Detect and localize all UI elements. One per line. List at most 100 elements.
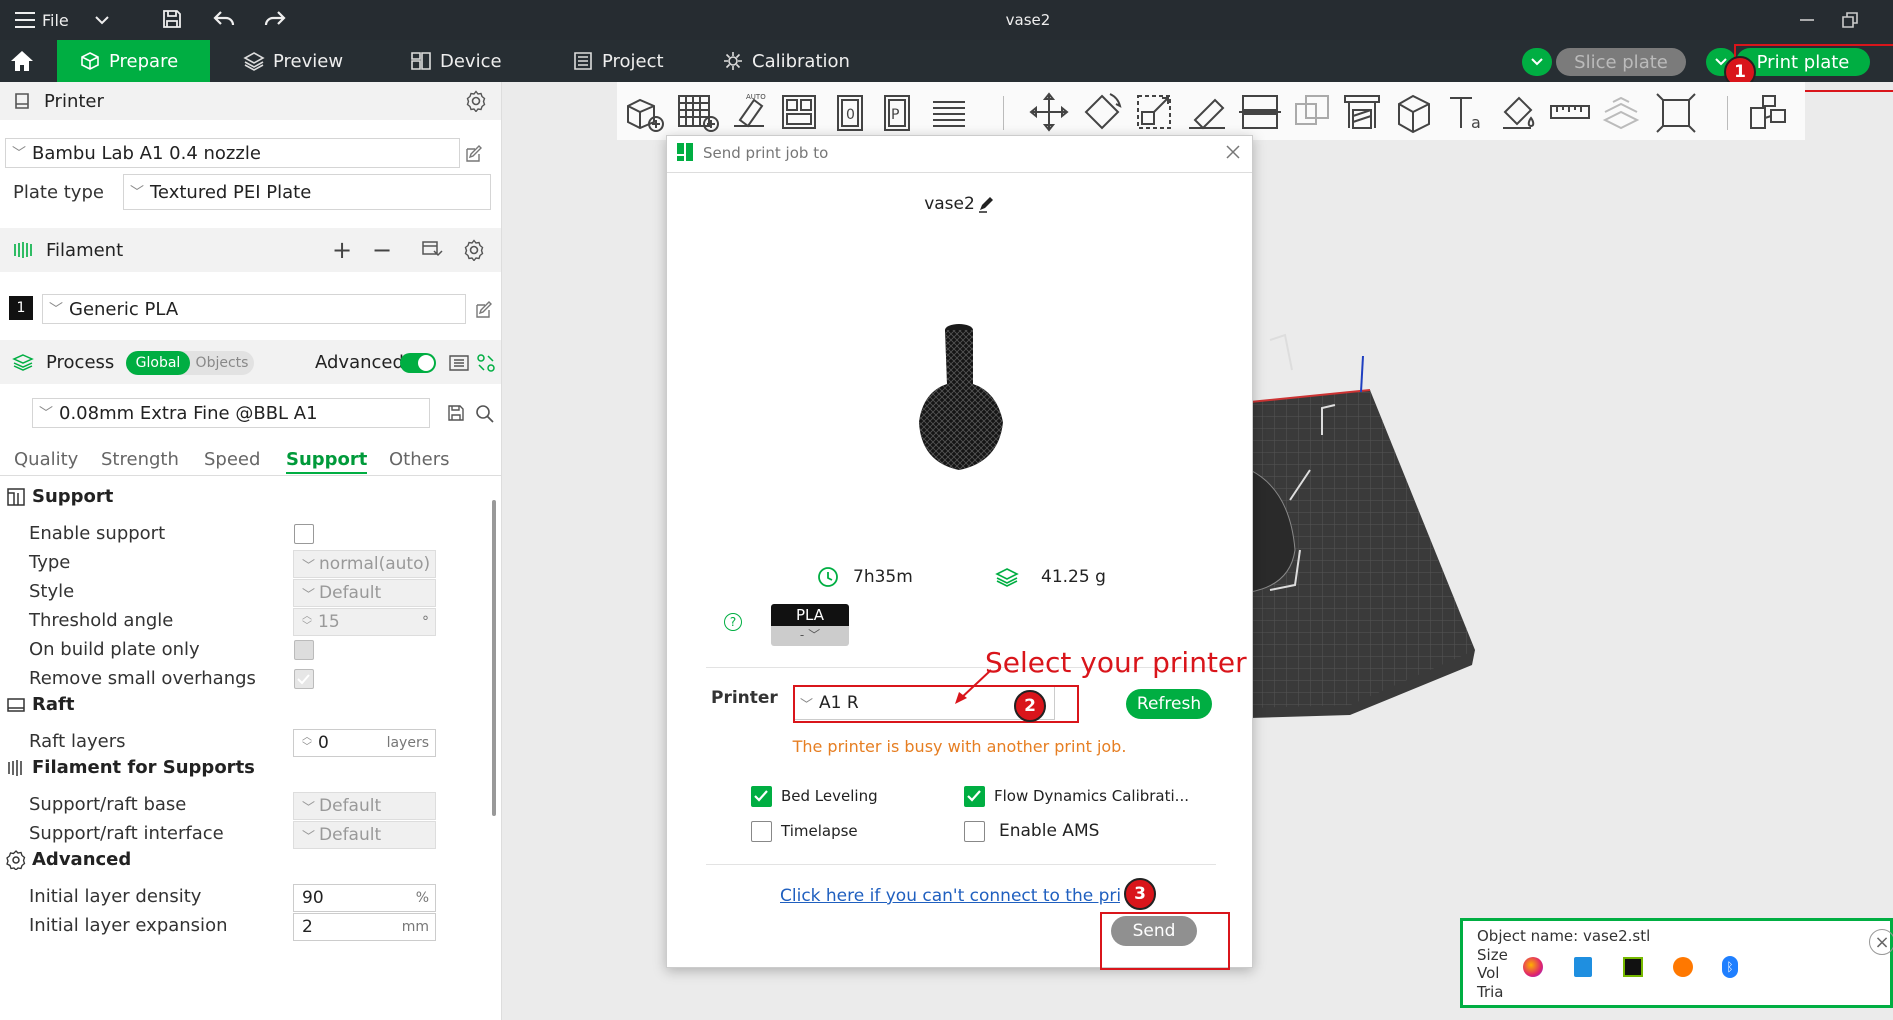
dialog-title: Send print job to [703, 144, 829, 162]
fit-view-button[interactable] [1653, 90, 1699, 134]
split-parts-button[interactable] [1745, 90, 1791, 134]
edit-icon[interactable] [464, 144, 484, 164]
measure-tool-button[interactable] [1547, 90, 1593, 134]
filament-mapping-chip[interactable]: PLA - ﹀ [771, 604, 849, 646]
color-paint-button[interactable] [1495, 90, 1541, 134]
build-plate-only-checkbox[interactable] [294, 640, 314, 660]
assembly-tool-button[interactable] [1599, 90, 1645, 134]
tab-device[interactable]: Device [410, 40, 502, 82]
support-base-label: Support/raft base [29, 794, 187, 815]
flow-dynamics-label: Flow Dynamics Calibrati... [994, 787, 1189, 805]
subtab-support[interactable]: Support [286, 449, 368, 474]
filament-preset-select[interactable]: ﹀ Generic PLA [42, 294, 466, 324]
support-style-select[interactable]: ﹀ Default [293, 579, 436, 607]
spinner-arrows-icon[interactable]: ︿ ﹀ [302, 733, 312, 753]
toggle-objects[interactable]: Objects [190, 351, 254, 375]
info-panel-close-icon[interactable]: × [1869, 929, 1893, 955]
support-interface-select[interactable]: ﹀ Default [293, 821, 436, 849]
advanced-switch[interactable] [400, 353, 436, 373]
move-tool-button[interactable] [1027, 90, 1073, 134]
sidebar-scrollbar[interactable] [492, 500, 496, 816]
gear-icon[interactable] [463, 239, 485, 261]
cannot-connect-link[interactable]: Click here if you can't connect to the p… [780, 886, 1120, 906]
refresh-button[interactable]: Refresh [1126, 689, 1212, 719]
initial-layer-density-input[interactable]: 90 % [293, 884, 436, 912]
plate-settings-button[interactable]: P [877, 90, 923, 134]
tab-project[interactable]: Project [572, 40, 664, 82]
add-plate-button[interactable] [675, 90, 721, 134]
edit-icon[interactable] [474, 300, 494, 320]
home-button[interactable] [0, 40, 44, 82]
save-preset-icon[interactable] [447, 404, 465, 422]
tab-prepare[interactable]: Prepare [57, 40, 210, 82]
initial-layer-expansion-input[interactable]: 2 mm [293, 913, 436, 941]
printer-preset-select[interactable]: ﹀ Bambu Lab A1 0.4 nozzle [5, 138, 460, 168]
lay-on-face-button[interactable] [1185, 90, 1231, 134]
spinner-arrows-icon[interactable]: ︿ ﹀ [302, 612, 312, 632]
rotate-tool-button[interactable] [1080, 90, 1126, 134]
slice-dropdown-button[interactable] [1522, 48, 1552, 76]
list-view-icon[interactable] [448, 353, 470, 373]
cut-tool-button[interactable] [1237, 90, 1283, 134]
enable-ams-checkbox[interactable] [964, 821, 985, 842]
auto-orient-button[interactable]: AUTO [728, 90, 774, 134]
filament-slot-select[interactable]: - ﹀ [771, 626, 849, 646]
svg-text:P: P [891, 107, 899, 123]
add-object-button[interactable] [622, 90, 668, 134]
restore-icon[interactable] [1840, 10, 1860, 30]
slice-plate-button[interactable]: Slice plate [1556, 48, 1686, 76]
tab-project-label: Project [602, 50, 664, 72]
support-base-select[interactable]: ﹀ Default [293, 792, 436, 820]
seam-paint-button[interactable] [1391, 90, 1437, 134]
cube-icon [81, 52, 99, 70]
threshold-angle-spinner[interactable]: ︿ ﹀ 15 ° [293, 608, 436, 636]
raft-layers-spinner[interactable]: ︿ ﹀ 0 layers [293, 729, 436, 757]
orient-button[interactable]: 0 [830, 90, 876, 134]
checkmark-icon [754, 790, 768, 802]
subtab-quality[interactable]: Quality [14, 449, 78, 470]
gear-icon[interactable] [465, 90, 487, 112]
help-icon[interactable]: ? [724, 613, 742, 631]
timelapse-checkbox[interactable] [751, 821, 772, 842]
remove-filament-icon[interactable]: − [372, 236, 392, 264]
flow-dynamics-checkbox[interactable] [964, 786, 985, 807]
plate-type-select[interactable]: ﹀ Textured PEI Plate [123, 174, 491, 210]
tray-avast-icon[interactable] [1673, 957, 1693, 977]
compare-icon[interactable] [476, 353, 496, 373]
toolbar-divider [1727, 96, 1728, 130]
support-type-select[interactable]: ﹀ normal(auto) [293, 550, 436, 578]
tray-app-icon[interactable] [1574, 957, 1592, 977]
minimize-icon[interactable] [1798, 12, 1816, 28]
process-preset-select[interactable]: ﹀ 0.08mm Extra Fine @BBL A1 [32, 398, 430, 428]
support-paint-button[interactable] [1339, 90, 1385, 134]
arrange-button[interactable] [777, 90, 823, 134]
add-filament-icon[interactable]: + [332, 236, 352, 264]
global-objects-toggle[interactable]: Global Objects [126, 351, 254, 375]
subtab-strength[interactable]: Strength [101, 449, 179, 470]
search-icon[interactable] [475, 404, 495, 424]
support-style-label: Style [29, 581, 75, 602]
subtab-others[interactable]: Others [389, 449, 450, 470]
process-layers-icon [12, 354, 34, 371]
boolean-tool-button[interactable] [1290, 90, 1336, 134]
scale-tool-button[interactable] [1132, 90, 1178, 134]
tab-calibration[interactable]: Calibration [722, 40, 850, 82]
enable-support-checkbox[interactable] [294, 524, 314, 544]
build-plate-viewport[interactable] [1250, 320, 1500, 730]
subtab-speed[interactable]: Speed [204, 449, 260, 470]
layers-button[interactable] [927, 90, 973, 134]
tray-firefox-icon[interactable] [1523, 957, 1543, 977]
remove-small-overhangs-checkbox[interactable] [294, 669, 314, 689]
toggle-global[interactable]: Global [126, 351, 190, 375]
text-tool-button[interactable]: a [1444, 90, 1490, 134]
tray-bluetooth-icon[interactable]: ᛒ [1722, 956, 1738, 978]
initial-layer-density-unit: % [415, 890, 429, 906]
filament-sync-icon[interactable] [420, 239, 444, 261]
close-icon[interactable] [1226, 145, 1240, 159]
subtab-divider [0, 475, 501, 476]
tab-preview[interactable]: Preview [243, 40, 343, 82]
bed-leveling-checkbox[interactable] [751, 786, 772, 807]
tray-nvidia-icon[interactable] [1623, 957, 1643, 977]
raft-icon [7, 697, 25, 712]
pencil-icon[interactable] [977, 195, 995, 213]
